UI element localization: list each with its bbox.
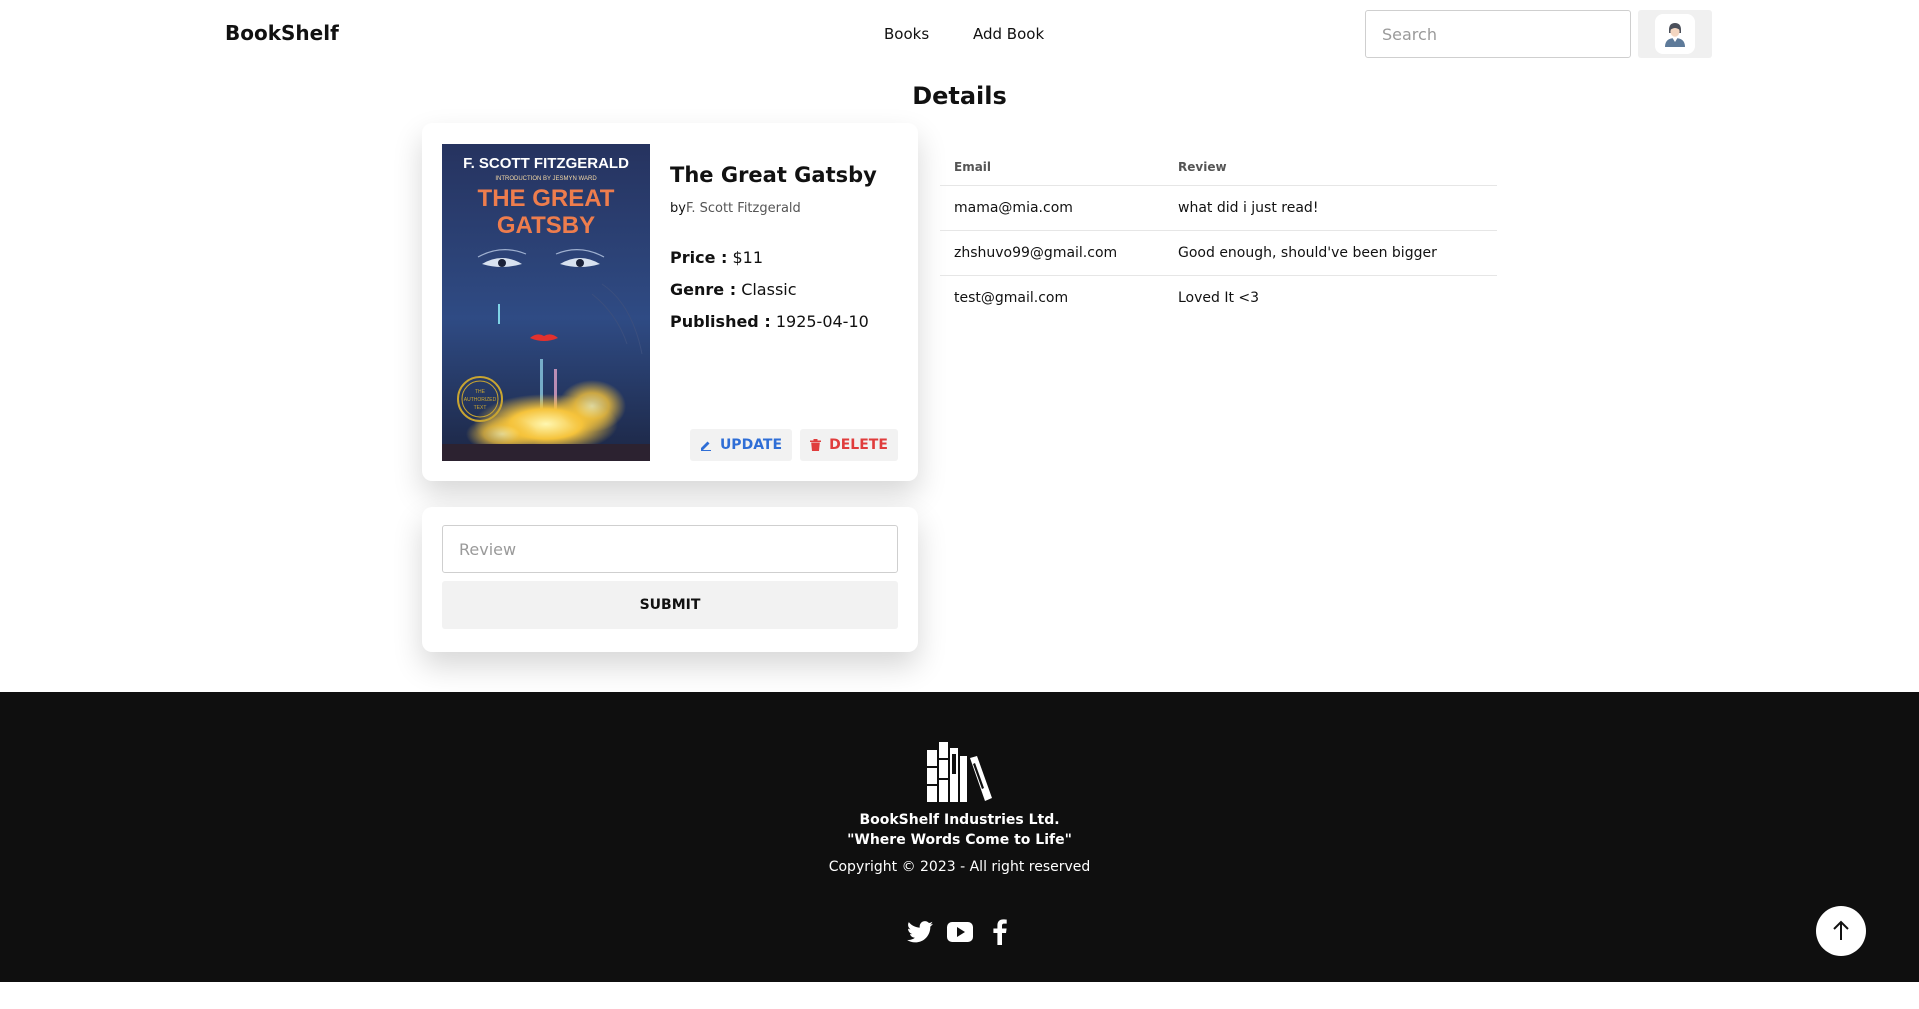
book-title: The Great Gatsby [670,163,877,187]
company-tagline: "Where Words Come to Life" [847,832,1072,848]
company-name: BookShelf Industries Ltd. [859,812,1060,828]
twitter-link[interactable] [906,918,934,946]
review-text: Good enough, should've been bigger [1164,230,1497,276]
page-title: Details [912,82,1007,110]
page: BookShelf Books Add Book Details [0,0,1919,1009]
facebook-link[interactable] [986,918,1014,946]
book-published: Published : 1925-04-10 [670,312,869,331]
update-label: UPDATE [719,437,783,453]
copyright-text: Copyright © 2023 - All right reserved [828,859,1091,875]
review-email: test@gmail.com [954,289,1069,306]
table-row: test@gmail.com Loved It <3 [940,275,1497,320]
table-header-row: Email Review [940,150,1497,186]
book-cover-image: F. SCOTT FITZGERALD INTRODUCTION BY JESM… [442,144,650,461]
update-button[interactable]: UPDATE [690,429,792,461]
reviews-table: Email Review mama@mia.com what did i jus… [940,150,1497,320]
review-text: what did i just read! [1164,185,1497,231]
book-genre: Genre : Classic [670,280,797,299]
genre-label: Genre : [670,280,737,299]
youtube-link[interactable] [946,918,974,946]
cover-title-2: GATSBY [497,212,595,239]
cover-author: F. SCOTT FITZGERALD [463,155,629,172]
bookshelf-logo-icon [927,742,992,802]
column-header-review: Review [1164,150,1497,186]
submit-button[interactable]: SUBMIT [442,581,898,629]
navbar: BookShelf Books Add Book [0,0,1919,68]
user-avatar-icon [1665,23,1685,47]
published-value: 1925-04-10 [775,312,869,331]
book-price: Price : $11 [670,248,763,267]
delete-label: DELETE [829,437,888,453]
twitter-icon [907,921,933,943]
review-email: mama@mia.com [940,185,1164,231]
review-form-card: SUBMIT [422,507,918,652]
facebook-icon [993,919,1007,945]
table-row: zhshuvo99@gmail.com Good enough, should'… [940,230,1497,276]
cover-intro: INTRODUCTION BY JESMYN WARD [495,176,597,182]
review-email: zhshuvo99@gmail.com [940,230,1164,276]
review-text: Loved It <3 [1178,289,1260,306]
book-author-line: byF. Scott Fitzgerald [670,201,801,216]
published-label: Published : [670,312,771,331]
arrow-up-icon [1833,920,1849,940]
user-menu-button[interactable] [1638,10,1712,58]
cover-seal-2: AUTHORIZED [464,397,497,403]
cover-title-1: THE GREAT [478,185,615,212]
genre-value: Classic [741,280,797,299]
book-author: F. Scott Fitzgerald [685,201,801,216]
delete-button[interactable]: DELETE [800,429,898,461]
search-input[interactable] [1365,10,1631,58]
table-row: mama@mia.com what did i just read! [940,185,1497,231]
price-value: $11 [732,248,764,267]
brand-logo[interactable]: BookShelf [225,21,339,45]
price-label: Price : [670,248,728,267]
pencil-icon [700,441,711,451]
book-card: F. SCOTT FITZGERALD INTRODUCTION BY JESM… [422,123,918,481]
avatar [1655,14,1695,54]
cover-seal-3: TEXT [474,405,487,411]
nav-link-add-book[interactable]: Add Book [973,25,1044,43]
nav-link-books[interactable]: Books [884,25,929,43]
column-header-email: Email [940,150,1164,186]
scroll-to-top-button[interactable] [1816,906,1866,956]
youtube-icon [947,922,973,942]
cover-seal-1: THE [475,389,486,395]
footer: BookShelf Industries Ltd. "Where Words C… [0,692,1919,982]
author-prefix: by [670,201,686,216]
review-input[interactable] [442,525,898,573]
trash-icon [810,439,822,451]
